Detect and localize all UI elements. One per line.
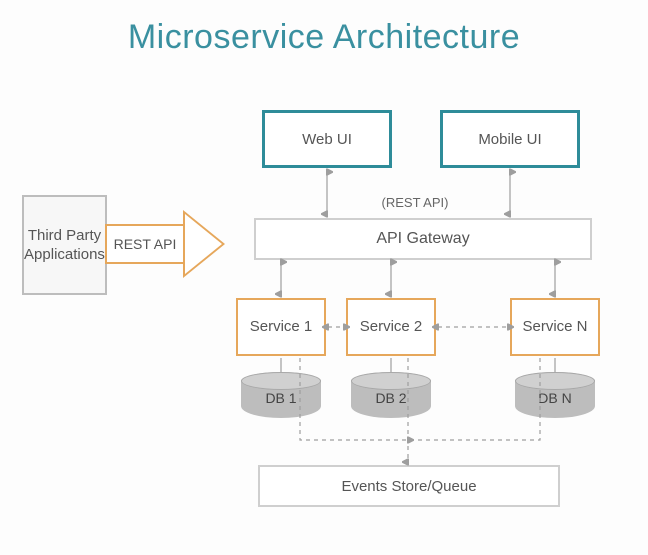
- rest-api-arrow-label: REST API: [105, 224, 183, 264]
- diagram-title: Microservice Architecture: [0, 18, 648, 57]
- rest-api-label: (REST API): [370, 195, 460, 210]
- service-2-box: Service 2: [346, 298, 436, 356]
- service-1-box: Service 1: [236, 298, 326, 356]
- db-n-label: DB N: [515, 390, 595, 406]
- db-1-label: DB 1: [241, 390, 321, 406]
- db-n: DB N: [515, 372, 595, 418]
- third-party-box: Third Party Applications: [22, 195, 107, 295]
- mobile-ui-box: Mobile UI: [440, 110, 580, 168]
- api-gateway-box: API Gateway: [254, 218, 592, 260]
- db-2: DB 2: [351, 372, 431, 418]
- web-ui-box: Web UI: [262, 110, 392, 168]
- rest-api-arrow: REST API: [105, 210, 225, 278]
- events-queue-box: Events Store/Queue: [258, 465, 560, 507]
- db-2-label: DB 2: [351, 390, 431, 406]
- service-n-box: Service N: [510, 298, 600, 356]
- db-1: DB 1: [241, 372, 321, 418]
